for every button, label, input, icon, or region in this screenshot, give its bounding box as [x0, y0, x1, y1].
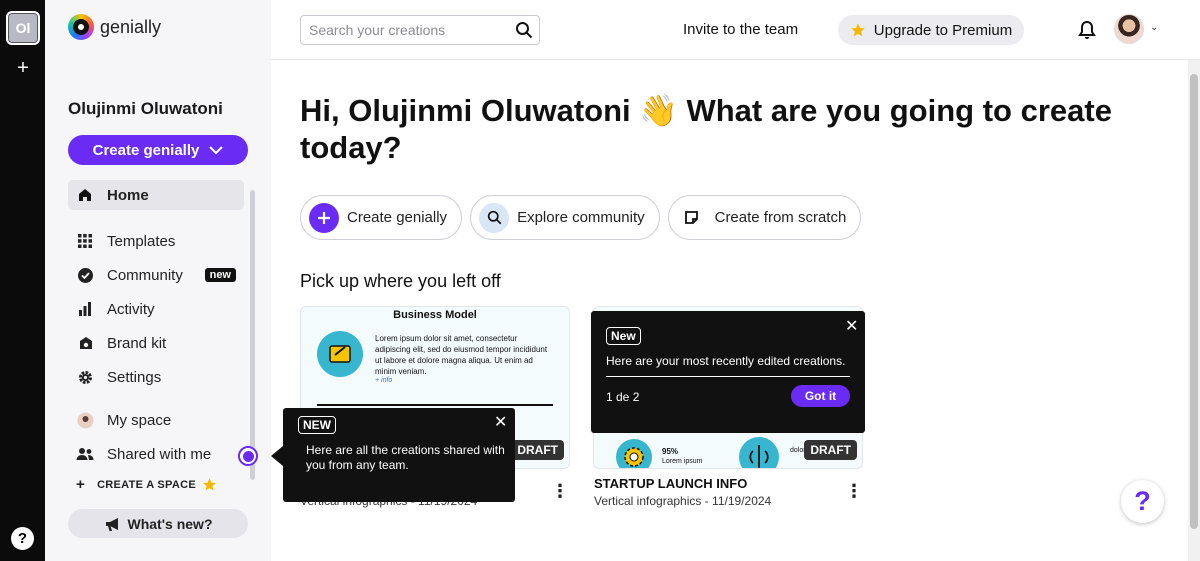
- megaphone-icon: [105, 517, 118, 531]
- quick-actions: Create genially Explore community Create…: [300, 195, 862, 240]
- workspace-avatar[interactable]: Ol: [6, 11, 40, 45]
- sidebar-nav: Home Templates Community new Activity Br…: [68, 180, 244, 394]
- sidebar-item-label: Templates: [107, 232, 176, 250]
- chevron-down-icon: [209, 145, 224, 154]
- thumbnail-illustration: [616, 439, 652, 468]
- workspace-rail: Ol + ?: [0, 0, 45, 561]
- create-genially-pill[interactable]: Create genially: [300, 195, 463, 240]
- star-icon: [851, 23, 865, 37]
- upgrade-label: Upgrade to Premium: [873, 21, 1013, 39]
- card-menu-button[interactable]: ⋮: [551, 482, 569, 500]
- help-chat-button[interactable]: ?: [1121, 480, 1164, 523]
- tooltip-text: Here are your most recently edited creat…: [606, 354, 846, 368]
- gear-icon: [74, 368, 96, 386]
- thumbnail-divider: [317, 404, 553, 406]
- close-icon[interactable]: ✕: [845, 316, 858, 336]
- page-icon: [677, 203, 707, 233]
- sidebar-item-label: Community: [107, 266, 183, 284]
- avatar-icon: [74, 411, 96, 429]
- home-icon: [74, 186, 96, 204]
- got-it-button[interactable]: Got it: [791, 385, 850, 407]
- main-scrollbar[interactable]: [1188, 60, 1200, 561]
- onboarding-tooltip-shared: NEW ✕ Here are all the creations shared …: [283, 408, 515, 502]
- sidebar-spaces: My space Shared with me: [68, 403, 244, 471]
- create-genially-button[interactable]: Create genially: [68, 135, 248, 165]
- card-title: STARTUP LAUNCH INFO: [594, 476, 748, 491]
- new-badge: new: [204, 268, 236, 282]
- add-workspace-button[interactable]: +: [13, 58, 33, 78]
- search-icon: [479, 202, 510, 233]
- sidebar-user-name: Olujinmi Oluwatoni: [68, 99, 223, 118]
- sidebar-item-my-space[interactable]: My space: [68, 403, 244, 437]
- brand-kit-icon: [74, 334, 96, 352]
- sidebar-item-activity[interactable]: Activity: [68, 292, 244, 326]
- status-badge: DRAFT: [511, 440, 564, 460]
- card-thumbnail-text: dolor: [790, 447, 806, 454]
- grid-icon: [74, 232, 96, 250]
- brand-logo[interactable]: genially: [68, 14, 161, 40]
- invite-team-link[interactable]: Invite to the team: [683, 21, 798, 38]
- sidebar-item-label: Settings: [107, 368, 162, 386]
- whats-new-label: What's new?: [127, 515, 213, 532]
- sidebar-item-shared-with-me[interactable]: Shared with me: [68, 437, 244, 471]
- tooltip-tag: New: [606, 327, 641, 345]
- card-thumbnail-text: Lorem ipsum dolor sit amet, consectetur …: [375, 334, 548, 376]
- people-icon: [74, 445, 96, 463]
- create-space-button[interactable]: + CREATE A SPACE: [76, 476, 217, 493]
- create-from-scratch-pill[interactable]: Create from scratch: [667, 195, 862, 240]
- tooltip-tag: NEW: [298, 416, 336, 434]
- pill-label: Explore community: [517, 209, 645, 226]
- card-thumbnail-text: Lorem ipsum: [662, 458, 703, 465]
- tooltip-text: Here are all the creations shared with y…: [306, 443, 505, 472]
- sidebar-item-settings[interactable]: Settings: [68, 360, 244, 394]
- plus-icon: [309, 202, 339, 233]
- card-thumbnail-link: + info: [375, 377, 393, 384]
- sidebar-item-templates[interactable]: Templates: [68, 224, 244, 258]
- thumbnail-illustration: [317, 331, 363, 377]
- pill-label: Create from scratch: [714, 209, 847, 226]
- whats-new-button[interactable]: What's new?: [68, 509, 248, 538]
- upgrade-premium-button[interactable]: Upgrade to Premium: [838, 15, 1024, 45]
- plus-icon: +: [76, 476, 86, 493]
- tooltip-divider: [606, 376, 850, 377]
- section-title: Pick up where you left off: [300, 271, 501, 291]
- tooltip-arrow: [271, 446, 283, 466]
- thumbnail-illustration: [739, 437, 779, 468]
- sidebar-scrollbar[interactable]: [250, 190, 255, 480]
- sidebar-item-brand-kit[interactable]: Brand kit: [68, 326, 244, 360]
- create-genially-label: Create genially: [92, 141, 200, 159]
- tooltip-step: 1 de 2: [606, 390, 640, 404]
- sidebar-item-label: My space: [107, 411, 172, 429]
- pill-label: Create genially: [347, 209, 448, 226]
- onboarding-hotspot[interactable]: [238, 446, 258, 466]
- chevron-down-icon[interactable]: ⌄: [1150, 22, 1158, 33]
- sidebar-item-label: Brand kit: [107, 334, 167, 352]
- onboarding-tooltip-recent: New ✕ Here are your most recently edited…: [591, 311, 865, 433]
- genially-logo-icon: [68, 14, 94, 40]
- help-icon[interactable]: ?: [11, 527, 34, 550]
- card-thumbnail-title: Business Model: [393, 309, 477, 321]
- sidebar-item-label: Activity: [107, 300, 155, 318]
- search-input[interactable]: [300, 15, 540, 45]
- user-avatar[interactable]: [1114, 14, 1144, 44]
- bell-icon[interactable]: [1077, 20, 1097, 40]
- brand-name: genially: [100, 16, 162, 37]
- bar-chart-icon: [74, 300, 96, 318]
- card-menu-button[interactable]: ⋮: [845, 482, 863, 500]
- explore-community-pill[interactable]: Explore community: [470, 195, 660, 240]
- sidebar-item-home[interactable]: Home: [68, 180, 244, 210]
- sidebar-item-label: Shared with me: [107, 445, 212, 463]
- sidebar-item-label: Home: [107, 186, 149, 204]
- search-icon[interactable]: [515, 21, 533, 39]
- verified-icon: [74, 266, 96, 284]
- card-meta: Vertical infographics - 11/19/2024: [594, 494, 772, 508]
- sidebar-item-community[interactable]: Community new: [68, 258, 244, 292]
- create-space-label: CREATE A SPACE: [97, 478, 196, 491]
- star-icon: [203, 478, 216, 491]
- close-icon[interactable]: ✕: [494, 412, 507, 432]
- page-title: Hi, Olujinmi Oluwatoni 👋 What are you go…: [300, 93, 1112, 165]
- status-badge: DRAFT: [804, 440, 857, 460]
- card-thumbnail-stat: 95%: [662, 447, 679, 456]
